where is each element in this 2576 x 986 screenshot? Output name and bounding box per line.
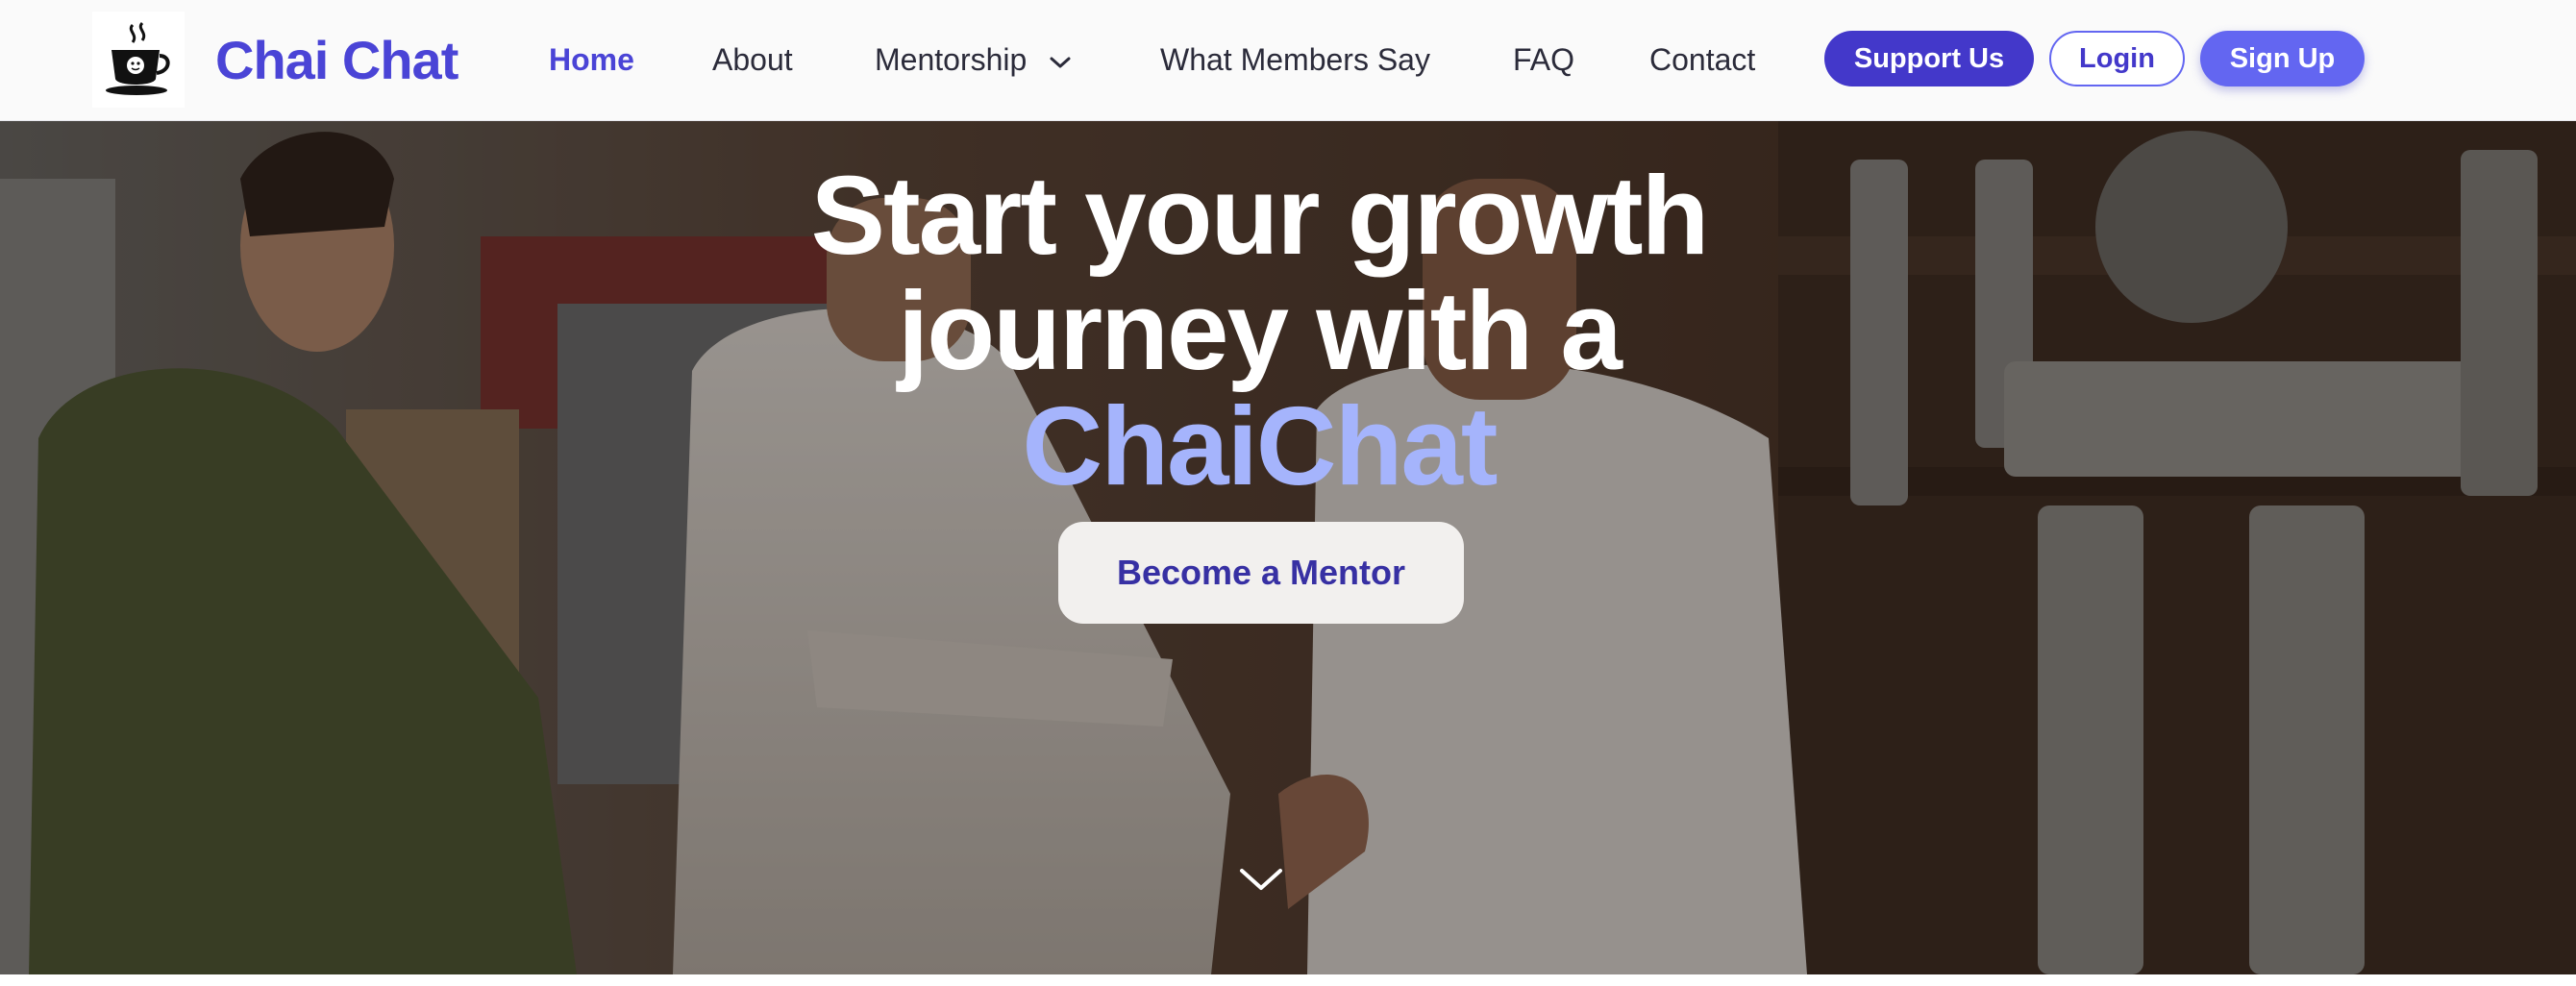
page-bottom-divider — [0, 974, 2576, 986]
nav-about[interactable]: About — [712, 38, 793, 81]
brand-name[interactable]: Chai Chat — [215, 27, 458, 94]
nav-what-members-say[interactable]: What Members Say — [1160, 38, 1430, 81]
nav-home[interactable]: Home — [549, 38, 634, 81]
chevron-down-icon[interactable] — [1238, 865, 1284, 894]
logo[interactable] — [92, 12, 185, 108]
hero-title-line-2: journey with a — [898, 268, 1622, 393]
support-us-button[interactable]: Support Us — [1824, 31, 2034, 86]
nav-mentorship-label: Mentorship — [875, 42, 1028, 77]
top-navbar: Chai Chat Home About Mentorship What Mem… — [0, 0, 2576, 121]
hero-title-line-1: Start your growth — [810, 153, 1710, 278]
login-button[interactable]: Login — [2049, 31, 2185, 86]
chevron-down-icon — [1050, 57, 1071, 68]
become-a-mentor-button[interactable]: Become a Mentor — [1058, 522, 1464, 624]
hero-section: Start your growth journey with a ChaiCha… — [0, 121, 2576, 974]
nav-faq[interactable]: FAQ — [1513, 38, 1574, 81]
nav-contact[interactable]: Contact — [1649, 38, 1755, 81]
hero-title-highlight: ChaiChat — [1022, 383, 1498, 508]
hero-title: Start your growth journey with a ChaiCha… — [615, 158, 1903, 504]
chai-cup-icon — [106, 21, 170, 95]
sign-up-button[interactable]: Sign Up — [2200, 31, 2365, 86]
nav-mentorship[interactable]: Mentorship — [875, 38, 1072, 81]
